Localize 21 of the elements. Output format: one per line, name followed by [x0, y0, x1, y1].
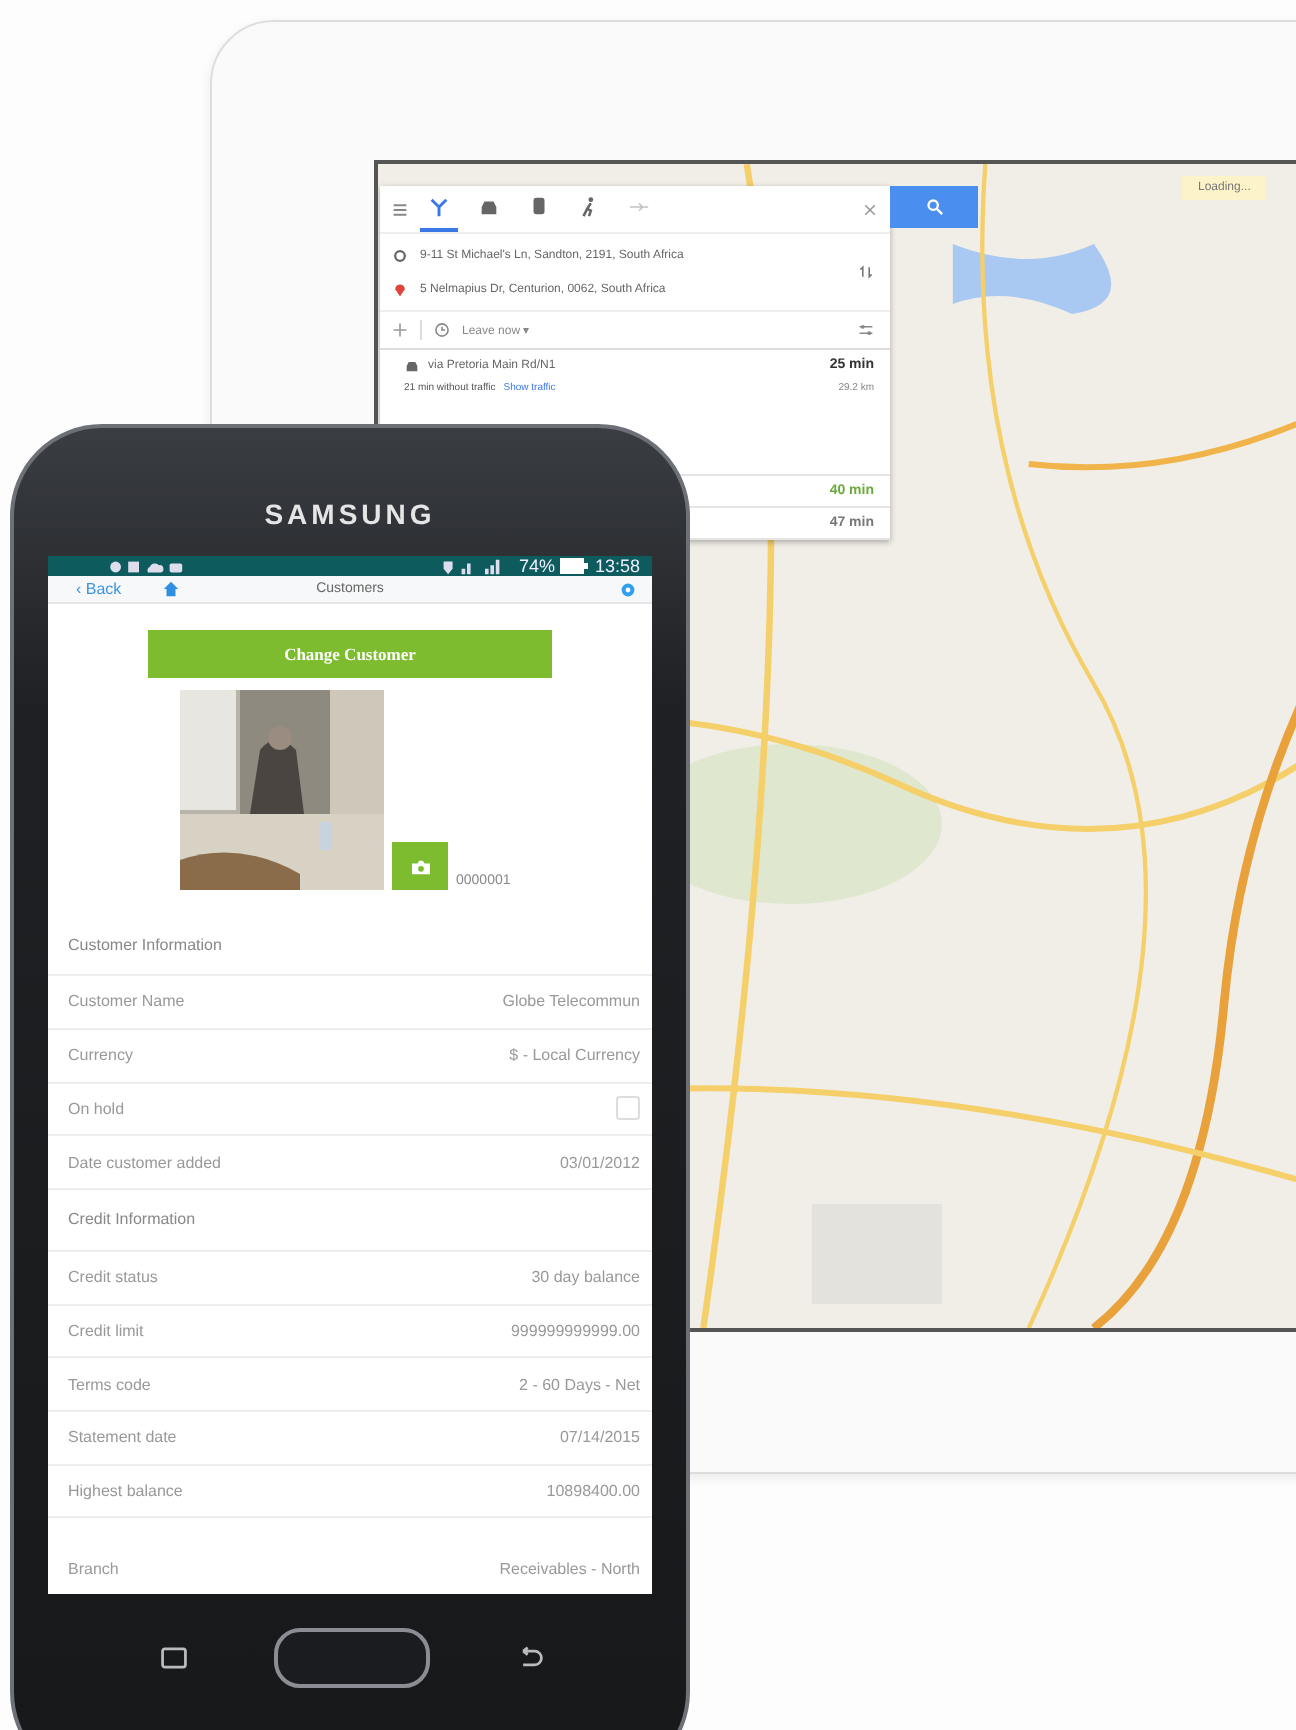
field-label: Branch [68, 1559, 119, 1578]
field-value: Receivables - North [499, 1559, 640, 1578]
notification-icons [108, 557, 188, 575]
field-value: 2 - 60 Days - Net [519, 1375, 640, 1394]
field-label: Credit limit [68, 1321, 144, 1340]
field-value: 07/14/2015 [559, 1428, 640, 1447]
field-value: 10898400.00 [546, 1481, 640, 1500]
back-button[interactable]: ‹ Back [76, 580, 122, 599]
field-label: Terms code [68, 1375, 151, 1394]
section-heading: Customer Information [68, 935, 222, 954]
field-label: Credit status [68, 1268, 158, 1287]
field-label: Date customer added [68, 1153, 221, 1172]
field-label: Currency [68, 1046, 133, 1065]
field-label: Highest balance [68, 1481, 183, 1500]
field-label: On hold [68, 1099, 125, 1118]
field-label: Statement date [68, 1428, 177, 1447]
recent-apps-icon[interactable] [158, 1646, 190, 1670]
section-heading: Credit Information [68, 1210, 196, 1229]
home-key[interactable] [274, 1628, 430, 1688]
home-icon[interactable] [161, 580, 180, 599]
field-label: Customer Name [68, 992, 185, 1011]
